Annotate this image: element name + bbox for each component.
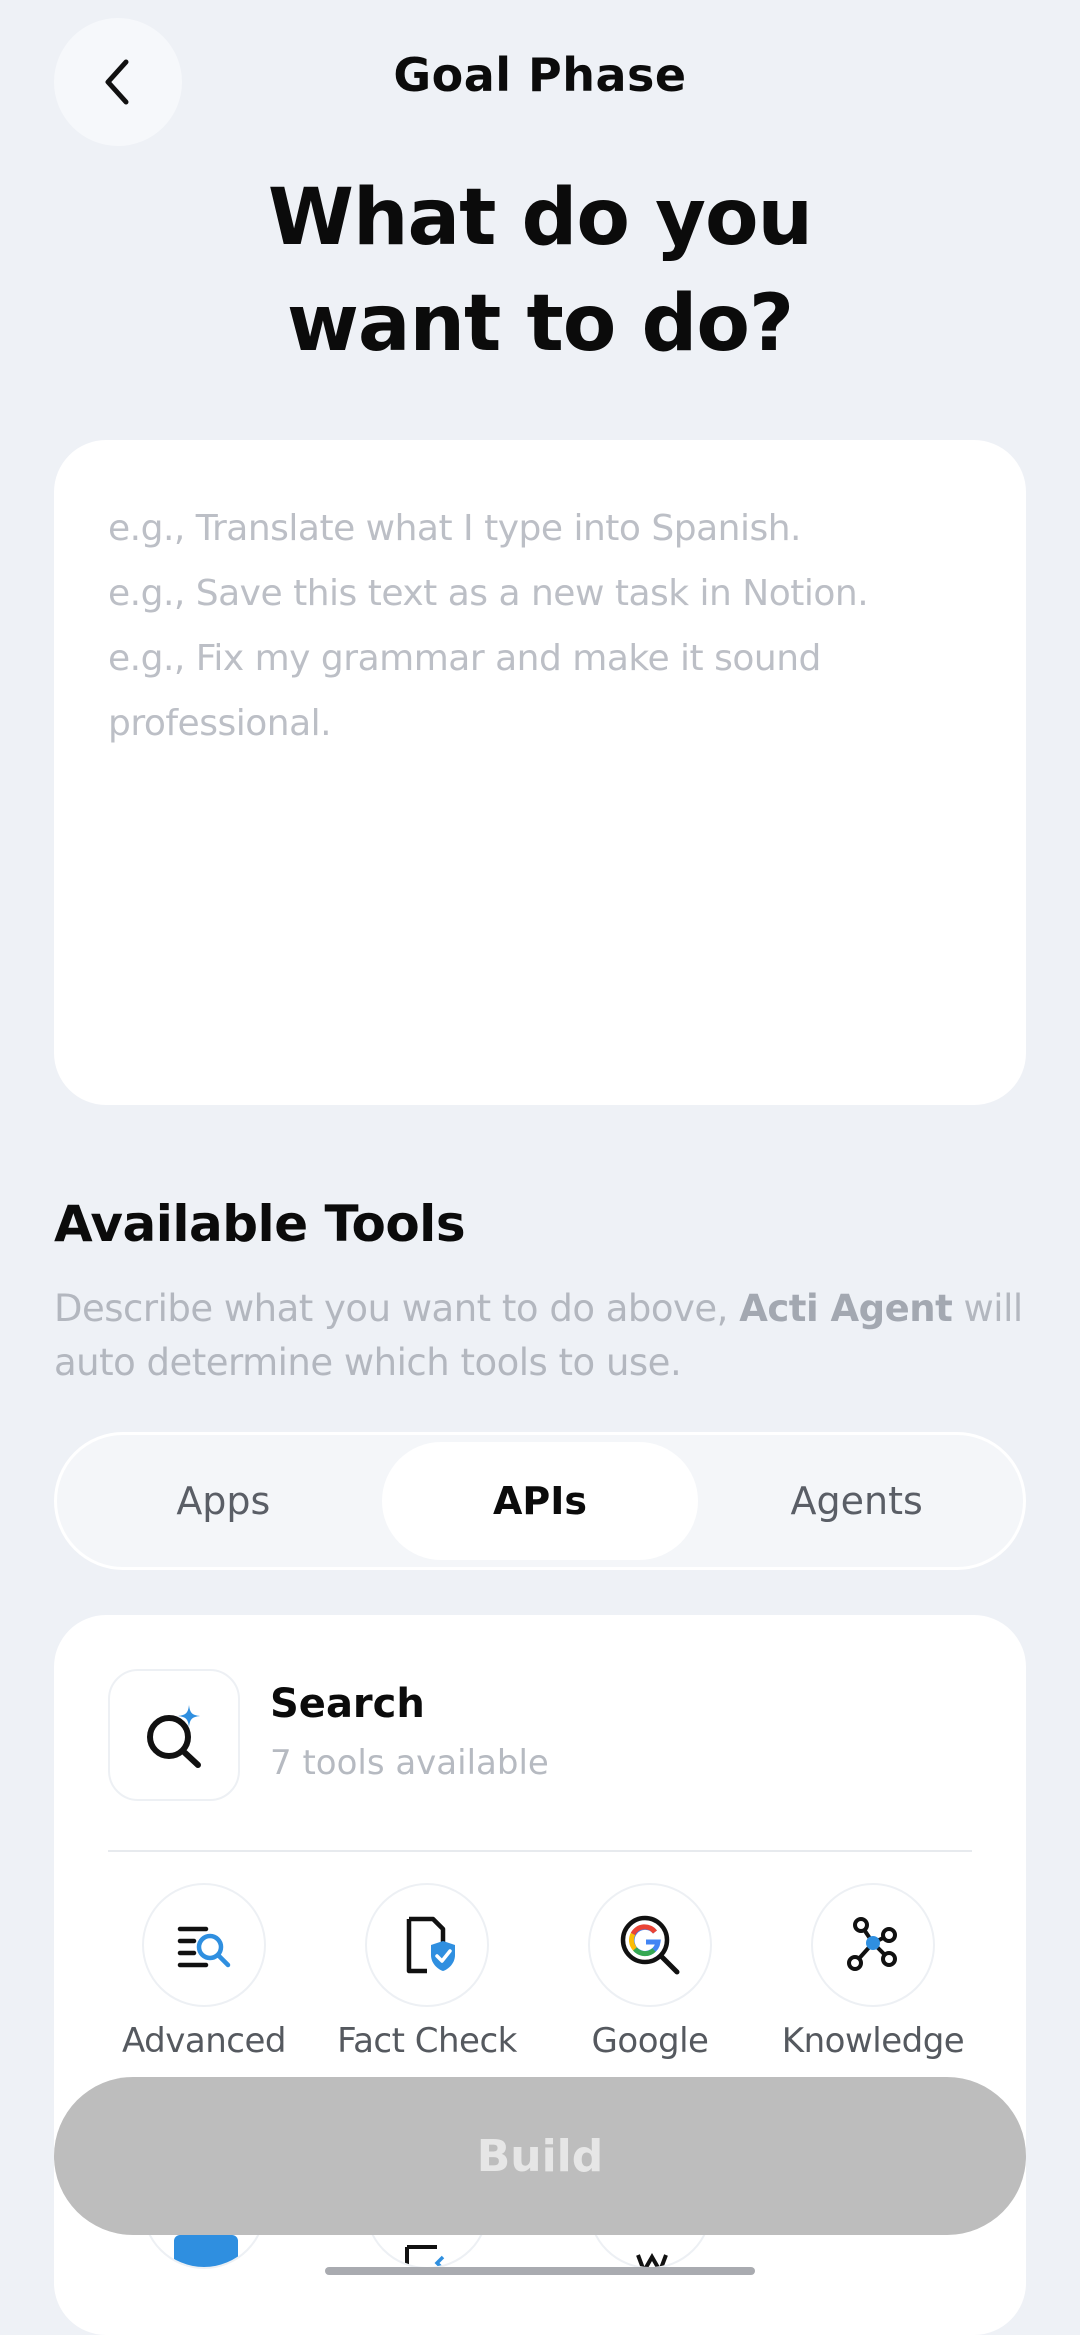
category-tool-count: 7 tools available — [270, 1743, 549, 1783]
tool-label: Knowledge — [781, 2021, 965, 2061]
advanced-search-icon — [177, 1926, 231, 1968]
search-sparkle-icon — [147, 1705, 201, 1768]
category-name: Search — [270, 1681, 425, 1727]
goal-input-container[interactable] — [54, 440, 1026, 1105]
tool-item-knowledge[interactable]: Knowledge — [773, 1883, 973, 2061]
tool-label: Google — [591, 2021, 709, 2061]
available-tools-heading: Available Tools — [54, 1195, 466, 1253]
tool-icon-container — [811, 1883, 935, 2007]
tool-icon-container — [142, 1883, 266, 2007]
tool-icon-container — [588, 1883, 712, 2007]
goal-input[interactable] — [108, 496, 972, 1049]
tab-apps[interactable]: Apps — [65, 1442, 382, 1560]
available-tools-description: Describe what you want to do above, Acti… — [54, 1282, 1044, 1390]
header: Goal Phase — [0, 0, 1080, 170]
description-text: Describe what you want to do above, — [54, 1287, 740, 1330]
divider — [108, 1850, 972, 1852]
page-title: What do you want to do? — [267, 173, 813, 369]
tool-label: Advanced — [122, 2021, 286, 2061]
tool-item-advanced[interactable]: Advanced — [104, 1883, 304, 2061]
agent-brand-name: Acti Agent — [739, 1287, 953, 1330]
google-search-icon — [620, 1915, 680, 1975]
home-indicator — [325, 2267, 755, 2275]
tool-label: Fact Check — [337, 2021, 517, 2061]
fact-check-icon — [406, 1916, 455, 1974]
tool-item-fact-check[interactable]: Fact Check — [327, 1883, 527, 2061]
tool-item-google[interactable]: Google — [550, 1883, 750, 2061]
tool-type-tabs: Apps APIs Agents — [54, 1432, 1026, 1570]
tool-icon-container — [365, 1883, 489, 2007]
category-icon-container — [108, 1669, 240, 1801]
build-button[interactable]: Build — [54, 2077, 1026, 2235]
knowledge-graph-icon — [847, 1917, 897, 1971]
page-header-title: Goal Phase — [393, 48, 687, 102]
tab-apis[interactable]: APIs — [381, 1442, 699, 1560]
tab-agents[interactable]: Agents — [698, 1442, 1015, 1560]
